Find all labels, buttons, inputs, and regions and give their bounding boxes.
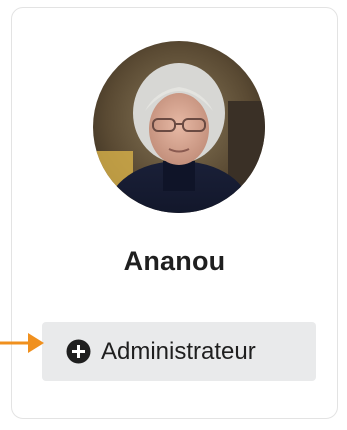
- arrow-right-icon: [0, 330, 46, 356]
- avatar-photo: [93, 41, 265, 213]
- stage: Ananou Administrateur: [0, 0, 347, 430]
- profile-name: Ananou: [123, 246, 226, 276]
- profile-card: Ananou Administrateur: [11, 7, 338, 419]
- avatar: [93, 41, 265, 213]
- plus-circle-icon: [66, 339, 91, 364]
- role-label: Administrateur: [101, 337, 256, 365]
- role-button[interactable]: Administrateur: [42, 322, 316, 381]
